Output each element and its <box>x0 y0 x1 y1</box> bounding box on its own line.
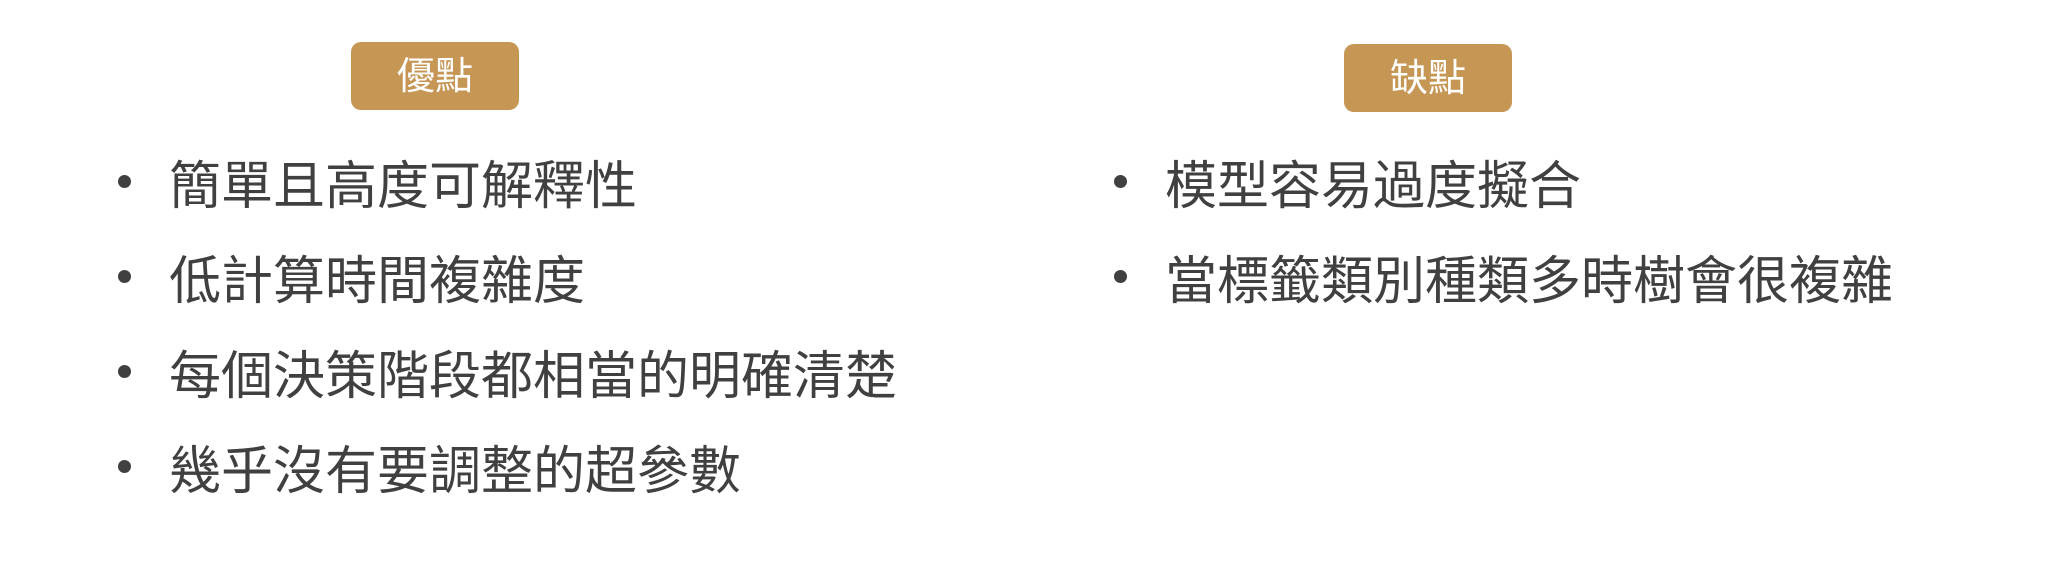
bullet-icon <box>1114 270 1127 283</box>
pros-item-text: 簡單且高度可解釋性 <box>169 157 638 217</box>
pros-item-text: 每個決策階段都相當的明確清楚 <box>169 347 898 407</box>
cons-badge: 缺點 <box>1344 44 1512 112</box>
bullet-icon <box>118 175 131 188</box>
pros-list: 簡單且高度可解釋性 低計算時間複雜度 每個決策階段都相當的明確清楚 幾乎沒有要調… <box>112 134 897 514</box>
cons-list: 模型容易過度擬合 當標籤類別種類多時樹會很複雜 <box>1108 134 1893 324</box>
cons-list-item: 模型容易過度擬合 <box>1108 134 1893 229</box>
pros-list-item: 簡單且高度可解釋性 <box>112 134 897 229</box>
bullet-icon <box>118 365 131 378</box>
bullet-icon <box>118 460 131 473</box>
bullet-icon <box>118 270 131 283</box>
cons-item-text: 當標籤類別種類多時樹會很複雜 <box>1165 252 1894 312</box>
cons-item-text: 模型容易過度擬合 <box>1165 157 1582 217</box>
pros-item-text: 幾乎沒有要調整的超參數 <box>169 442 742 502</box>
pros-list-item: 每個決策階段都相當的明確清楚 <box>112 324 897 419</box>
bullet-icon <box>1114 175 1127 188</box>
pros-badge: 優點 <box>351 42 519 110</box>
pros-list-item: 幾乎沒有要調整的超參數 <box>112 419 897 514</box>
pros-list-item: 低計算時間複雜度 <box>112 229 897 324</box>
pros-item-text: 低計算時間複雜度 <box>169 252 586 312</box>
cons-list-item: 當標籤類別種類多時樹會很複雜 <box>1108 229 1893 324</box>
